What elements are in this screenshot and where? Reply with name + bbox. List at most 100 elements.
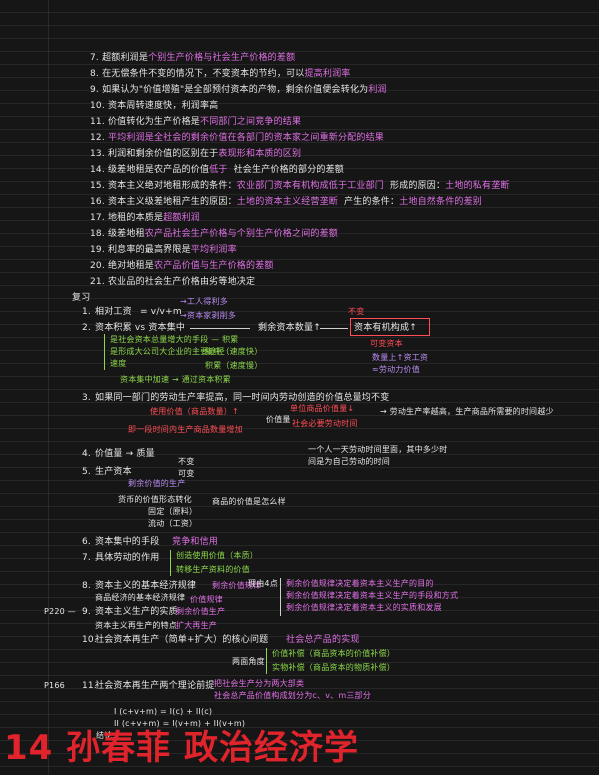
list-item: 20. 绝对地租是农产品价值与生产价格的差额 [90, 260, 274, 272]
list-item-text: 资本周转速度快，利润率高 [107, 101, 219, 111]
review-8-c: 价值规律 [190, 595, 223, 604]
review-5-c: 剩余价值的生产 [128, 479, 186, 488]
review-4-num: 4. [82, 449, 91, 459]
review-8-num: 8. [82, 581, 91, 591]
review-6-hl: 竞争和信用 [172, 537, 219, 547]
banner-title: 14 孙春菲 政治经济学 [4, 728, 359, 768]
review-6-text: 资本集中的手段 [95, 537, 160, 547]
review-1-formula: = v/v+m [140, 307, 182, 317]
arrow [190, 328, 250, 329]
list-item-highlight: 表现形和本质的区别 [218, 149, 302, 159]
list-item-text: 超额利润是 [102, 53, 149, 63]
list-item-text: 资本主义绝对地租形成的条件： [107, 181, 237, 191]
list-item-text: 绝对地租是 [107, 261, 154, 271]
review-2-g6: 资本集中加速 → 通过资本积累 [120, 375, 231, 384]
list-item-number: 20. [90, 261, 105, 271]
review-2-right: 资本有机构成↑ [354, 323, 417, 333]
review-8-d: 理由4点 [248, 579, 278, 588]
list-item-text: 利息率的最高界限是 [107, 245, 191, 255]
review-7-a: 创造使用价值（本质） [176, 551, 258, 560]
list-item-highlight-2: 土地自然条件的差别 [399, 197, 483, 207]
review-5-text: 生产资本 [95, 467, 132, 477]
margin-line [48, 0, 49, 775]
list-item-highlight: 土地的资本主义经营垄断 [236, 197, 338, 207]
list-item-number: 18. [90, 229, 105, 239]
review-3-num: 3. [82, 393, 91, 403]
list-item-highlight: 农产品社会生产价格与个别生产价格之间的差额 [144, 229, 338, 239]
list-item: 7. 超额利润是个别生产价格与社会生产价格的差额 [90, 52, 295, 64]
list-item: 10. 资本周转速度快，利润率高 [90, 100, 218, 112]
review-2-mid: 剩余资本数量↑ [258, 323, 321, 333]
list-item-number: 15. [90, 181, 105, 191]
review-5-a: 不变 [178, 457, 195, 466]
list-item-text: 利润和剩余价值的区别在于 [107, 149, 219, 159]
review-4-right: 一个人一天劳动时间里面，其中多少时间是为自己劳动的时间 [308, 445, 448, 466]
list-item-text: 级差地租 [107, 229, 145, 239]
list-item-number: 16. [90, 197, 105, 207]
list-item: 13. 利润和剩余价值的区别在于表现形和本质的区别 [90, 148, 301, 160]
list-item-highlight: 平均利润率 [190, 245, 237, 255]
list-item-number: 11. [90, 117, 105, 127]
list-item-number: 7. [90, 53, 99, 63]
list-item-text-2: 形成的原因： [390, 181, 446, 191]
list-item-number: 19. [90, 245, 105, 255]
list-item: 17. 地租的本质是超额利润 [90, 212, 200, 224]
list-item-text: 农业品的社会生产价格由劣等地决定 [107, 277, 256, 287]
list-item-highlight: 农产品价值与生产价格的差额 [154, 261, 274, 271]
review-2-note-1: 可变资本 [370, 339, 403, 348]
review-2-g3: 速度 [110, 359, 127, 368]
review-9-a: 剩余价值生产 [176, 607, 226, 616]
list-item: 21. 农业品的社会生产价格由劣等地决定 [90, 276, 255, 288]
review-10-side-c: 实物补偿（商品资本的物质补偿） [272, 663, 395, 672]
list-item: 16. 资本主义级差地租产生的原因：土地的资本主义经营垄断 产生的条件：土地自然条… [90, 196, 482, 208]
review-3-e: → 劳动生产率越高，生产商品所需要的时间越少 [380, 407, 554, 416]
review-2-g1: 是社会资本总量增大的手段 — 积累 [110, 335, 239, 344]
review-8-text: 资本主义的基本经济规律 [95, 581, 197, 591]
list-item: 14. 级差地租是农产品的价值低于 社会生产价格的部分的差额 [90, 164, 344, 176]
list-item-text-2: 社会生产价格的部分的差额 [233, 165, 344, 175]
review-9-num: 9. [82, 607, 91, 617]
review-1-text: 相对工资 [95, 307, 132, 317]
review-1-note-1: →工人得利多 [180, 297, 228, 306]
review-2-text: 资本积累 vs 资本集中 [95, 323, 186, 333]
review-10-side-b: 价值补偿（商品资本的价值补偿） [272, 649, 395, 658]
list-item: 15. 资本主义绝对地租形成的条件：农业部门资本有机构成低于工业部门 形成的原因：… [90, 180, 510, 192]
review-2-g5: 积累（速度慢） [205, 361, 263, 370]
review-2-star: 不变 [348, 307, 365, 316]
list-item: 12. 平均利润是全社会的剩余价值在各部门的资本家之间重新分配的结果 [90, 132, 384, 144]
review-5-f: 流动（工资） [148, 519, 198, 528]
review-3-b: 单位商品价值量↓ [290, 404, 355, 413]
review-2-note-3: ≈劳动力价值 [372, 365, 420, 374]
review-10-side-a: 两面角度 [232, 657, 265, 666]
brace [170, 550, 171, 576]
list-item: 11. 价值转化为生产价格是不同部门之间竞争的结果 [90, 116, 301, 128]
formula-1: I (c+v+m) = I(c) + II(c) [114, 707, 213, 716]
list-item-text-2: 产生的条件： [344, 197, 400, 207]
review-9-side: P220 — [44, 607, 76, 616]
list-item-highlight: 低于 [209, 165, 228, 175]
list-item-number: 12. [90, 133, 105, 143]
review-7-b: 转移生产资料的价值 [176, 565, 250, 574]
review-10-hl: 社会总产品的实现 [286, 635, 360, 645]
review-8-g: 剩余价值规律决定着资本主义的实质和发展 [286, 603, 442, 612]
list-item-text: 如果认为"价值增殖"是全部预付资本的产物，剩余价值便会转化为 [102, 85, 369, 95]
review-8-b: 商品经济的基本经济规律 [95, 593, 186, 602]
list-item: 8. 在无偿条件不变的情况下，不变资本的节约，可以提高利润率 [90, 68, 350, 80]
list-item-number: 14. [90, 165, 105, 175]
list-item-text: 地租的本质是 [107, 213, 164, 223]
list-item-text: 在无偿条件不变的情况下，不变资本的节约，可以 [102, 69, 305, 79]
review-title: 复习 [72, 293, 91, 303]
review-5-e: 固定（原料） [148, 507, 198, 516]
arrow [320, 328, 348, 329]
review-6-num: 6. [82, 537, 91, 547]
review-7-num: 7. [82, 553, 91, 563]
review-7-text: 具体劳动的作用 [95, 553, 160, 563]
list-item-highlight: 个别生产价格与社会生产价格的差额 [148, 53, 296, 63]
review-8-f: 剩余价值规律决定着资本主义生产的手段和方式 [286, 591, 459, 600]
brace [280, 578, 281, 616]
review-11-text: 社会资本再生产两个理论前提 [95, 681, 215, 691]
list-item-number: 21. [90, 277, 105, 287]
list-item: 18. 级差地租农产品社会生产价格与个别生产价格之间的差额 [90, 228, 338, 240]
list-item-highlight: 平均利润是全社会的剩余价值在各部门的资本家之间重新分配的结果 [107, 133, 384, 143]
brace [266, 648, 267, 674]
